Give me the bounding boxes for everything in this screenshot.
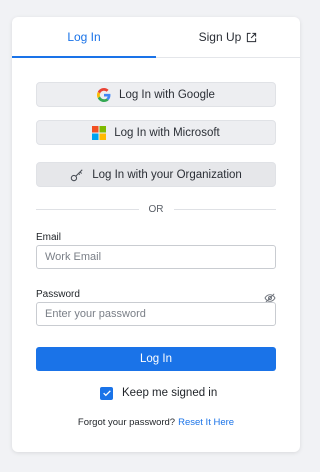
email-field[interactable] — [36, 245, 276, 269]
divider-line-left — [36, 208, 139, 210]
reset-password-link[interactable]: Reset It Here — [178, 417, 234, 428]
password-field[interactable] — [36, 302, 276, 326]
organization-login-button[interactable]: Log In with your Organization — [36, 162, 276, 187]
keep-signed-in-label: Keep me signed in — [122, 387, 218, 399]
google-login-button[interactable]: Log In with Google — [36, 82, 276, 107]
login-card: Log In Sign Up Log In with Google Log In… — [12, 17, 300, 452]
key-icon — [70, 168, 84, 182]
email-label: Email — [36, 232, 62, 243]
keep-signed-in[interactable]: Keep me signed in — [100, 386, 217, 400]
tab-log-in[interactable]: Log In — [12, 17, 156, 58]
tab-sign-up[interactable]: Sign Up — [156, 17, 300, 57]
microsoft-logo-icon — [92, 125, 107, 140]
password-label: Password — [36, 289, 80, 300]
tab-log-in-label: Log In — [67, 29, 101, 44]
external-link-icon — [247, 32, 257, 42]
tab-sign-up-label: Sign Up — [198, 30, 242, 44]
forgot-password: Forgot your password? Reset It Here — [12, 417, 300, 428]
or-divider: OR — [36, 203, 276, 215]
keep-signed-in-checkbox[interactable] — [100, 386, 113, 400]
google-login-label: Log In with Google — [119, 88, 215, 101]
microsoft-login-label: Log In with Microsoft — [114, 126, 220, 139]
forgot-password-text: Forgot your password? — [77, 417, 176, 428]
divider-line-right — [173, 208, 276, 210]
auth-tabs: Log In Sign Up — [12, 17, 300, 58]
google-logo-icon — [97, 87, 111, 102]
microsoft-login-button[interactable]: Log In with Microsoft — [36, 120, 276, 145]
checkmark-icon — [102, 390, 111, 397]
organization-login-label: Log In with your Organization — [92, 168, 242, 181]
log-in-button[interactable]: Log In — [36, 347, 276, 371]
or-text: OR — [148, 203, 164, 215]
